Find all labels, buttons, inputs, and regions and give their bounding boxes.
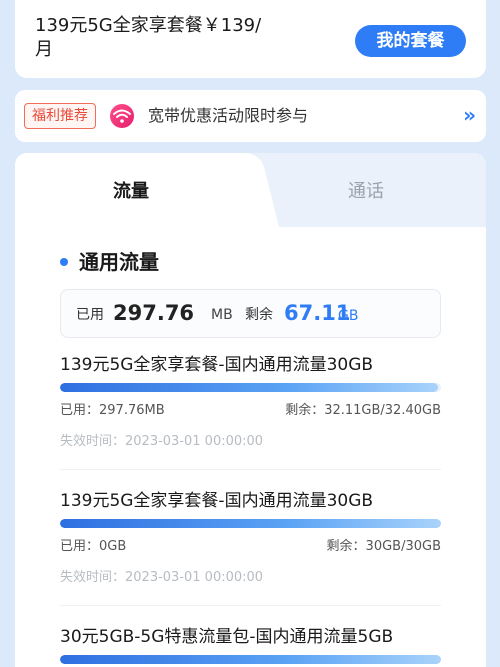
package-progress-bar bbox=[60, 655, 441, 664]
used-unit: MB bbox=[211, 307, 233, 323]
my-plan-button[interactable]: 我的套餐 bbox=[355, 25, 466, 57]
divider bbox=[60, 469, 441, 470]
section-title: 通用流量 bbox=[79, 250, 159, 274]
promo-tag: 福利推荐 bbox=[24, 103, 96, 129]
package-remain: 剩余：30GB/30GB bbox=[326, 539, 441, 554]
package-progress-fill bbox=[60, 655, 441, 664]
package-expire: 失效时间：2023-03-01 00:00:00 bbox=[60, 570, 264, 585]
promo-text: 宽带优惠活动限时参与 bbox=[148, 106, 309, 125]
package-expire: 失效时间：2023-03-01 00:00:00 bbox=[60, 434, 264, 449]
remain-unit: GB bbox=[338, 308, 359, 324]
package-progress-fill bbox=[60, 383, 438, 392]
package-used: 已用：297.76MB bbox=[60, 403, 165, 418]
package-progress-fill bbox=[60, 519, 441, 528]
package-name: 30元5GB-5G特惠流量包-国内通用流量5GB bbox=[60, 627, 394, 647]
tab-data[interactable]: 流量 bbox=[113, 180, 149, 204]
package-progress-bar bbox=[60, 383, 441, 392]
section-dot bbox=[60, 258, 68, 266]
package-remain: 剩余：32.11GB/32.40GB bbox=[285, 403, 441, 418]
promo-banner[interactable]: 福利推荐 宽带优惠活动限时参与 » bbox=[15, 90, 486, 142]
plan-card: 139元5G全家享套餐￥139/月 我的套餐 bbox=[15, 0, 486, 78]
used-value: 297.76 bbox=[113, 301, 195, 325]
package-progress-bar bbox=[60, 519, 441, 528]
remain-label: 剩余 bbox=[245, 307, 273, 323]
tab-calls[interactable]: 通话 bbox=[348, 180, 384, 204]
plan-title: 139元5G全家享套餐￥139/月 bbox=[35, 15, 262, 60]
usage-card: 流量 通话 通用流量 已用 297.76 MB 剩余 67.11 GB 139元… bbox=[15, 153, 486, 667]
package-name: 139元5G全家享套餐-国内通用流量30GB bbox=[60, 355, 374, 375]
double-chevron-right-icon[interactable]: » bbox=[463, 102, 476, 128]
package-name: 139元5G全家享套餐-国内通用流量30GB bbox=[60, 491, 374, 511]
used-label: 已用 bbox=[76, 307, 104, 323]
usage-summary: 已用 297.76 MB 剩余 67.11 GB bbox=[60, 289, 441, 338]
wifi-icon bbox=[110, 104, 134, 128]
package-used: 已用：0GB bbox=[60, 539, 127, 554]
divider bbox=[60, 605, 441, 606]
